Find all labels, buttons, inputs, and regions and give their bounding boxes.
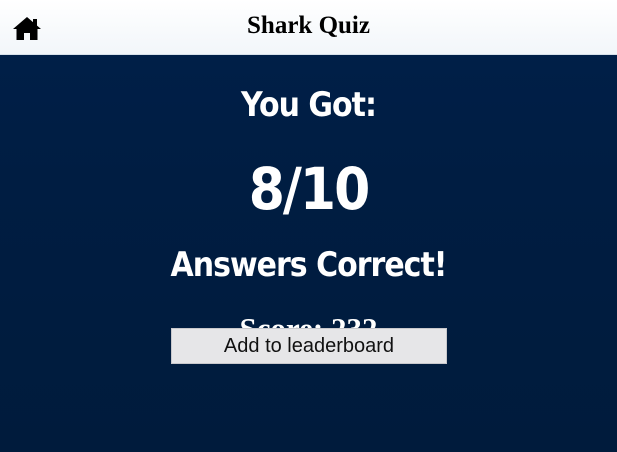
top-bar: Shark Quiz (0, 0, 617, 55)
page-title: Shark Quiz (247, 12, 370, 39)
add-to-leaderboard-button[interactable]: Add to leaderboard (171, 328, 447, 364)
ocean-background (0, 0, 617, 452)
result-caption: Answers Correct! (170, 245, 448, 286)
result-intro: You Got: (241, 85, 377, 126)
correct-answers-fraction: 8/10 (248, 156, 371, 224)
